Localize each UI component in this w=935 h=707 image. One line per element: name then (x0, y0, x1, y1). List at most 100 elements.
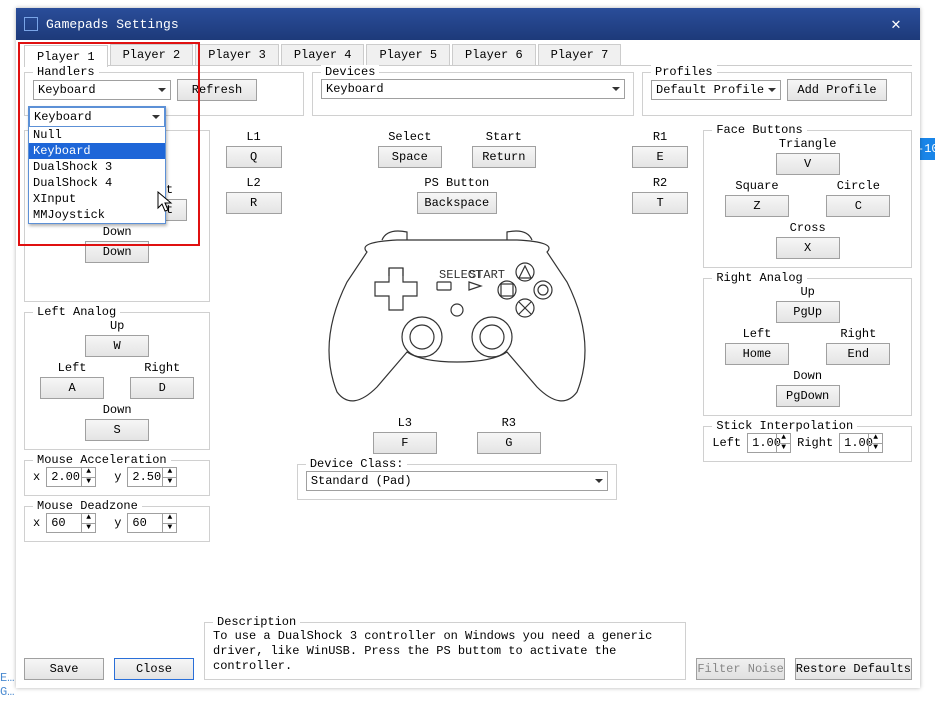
controller-diagram: SELECT START (297, 222, 617, 412)
ma-y-label: y (114, 470, 121, 484)
si-right-input[interactable]: 1.00▲▼ (839, 433, 883, 453)
tab-player-1[interactable]: Player 1 (24, 45, 108, 67)
l3-button[interactable]: F (373, 432, 437, 454)
l1-button[interactable]: Q (226, 146, 282, 168)
device-class-value: Standard (Pad) (311, 474, 412, 488)
refresh-button[interactable]: Refresh (177, 79, 257, 101)
square-label: Square (735, 179, 778, 193)
device-class-select[interactable]: Standard (Pad) (306, 471, 608, 491)
select-button[interactable]: Space (378, 146, 442, 168)
la-right-label: Right (144, 361, 180, 375)
restore-defaults-button[interactable]: Restore Defaults (795, 658, 912, 680)
dialog-window: Gamepads Settings ✕ Player 1 Player 2 Pl… (16, 8, 920, 688)
la-right-button[interactable]: D (130, 377, 194, 399)
devices-legend: Devices (321, 65, 379, 79)
player-tabs: Player 1 Player 2 Player 3 Player 4 Play… (24, 44, 912, 66)
tab-player-3[interactable]: Player 3 (195, 44, 279, 65)
r2-button[interactable]: T (632, 192, 688, 214)
r1-label: R1 (653, 130, 667, 144)
profiles-group: Profiles Default Profile Add Profile (642, 72, 912, 116)
r3-button[interactable]: G (477, 432, 541, 454)
select-label: Select (388, 130, 431, 144)
l-triggers: L1 Q L2 R (216, 130, 291, 548)
face-legend: Face Buttons (712, 123, 806, 137)
dpad-down-button[interactable]: Down (85, 241, 149, 263)
la-left-label: Left (58, 361, 87, 375)
handlers-option-ds3[interactable]: DualShock 3 (29, 159, 165, 175)
dpad-down-label: Down (103, 225, 132, 239)
app-icon (24, 17, 38, 31)
si-left-input[interactable]: 1.00▲▼ (747, 433, 791, 453)
face-buttons-group: Face Buttons Triangle V Square Z Circle (703, 130, 912, 268)
l2-button[interactable]: R (226, 192, 282, 214)
tab-player-4[interactable]: Player 4 (281, 44, 365, 65)
description-group: Description To use a DualShock 3 control… (204, 622, 686, 680)
stick-interp-group: Stick Interpolation Left 1.00▲▼ Right 1.… (703, 426, 912, 462)
ma-x-input[interactable]: 2.00▲▼ (46, 467, 96, 487)
mouse-accel-legend: Mouse Acceleration (33, 453, 171, 467)
ra-down-button[interactable]: PgDown (776, 385, 840, 407)
profiles-select[interactable]: Default Profile (651, 80, 781, 100)
svg-text:START: START (469, 268, 505, 282)
la-left-button[interactable]: A (40, 377, 104, 399)
ra-right-label: Right (840, 327, 876, 341)
r1-button[interactable]: E (632, 146, 688, 168)
add-profile-button[interactable]: Add Profile (787, 79, 887, 101)
close-button[interactable]: Close (114, 658, 194, 680)
mouse-accel-group: Mouse Acceleration x 2.00▲▼ y 2.50▲▼ (24, 460, 210, 496)
save-button[interactable]: Save (24, 658, 104, 680)
handlers-dropdown[interactable]: Keyboard Null Keyboard DualShock 3 DualS… (28, 106, 166, 224)
si-right-label: Right (797, 436, 833, 450)
la-up-button[interactable]: W (85, 335, 149, 357)
la-down-label: Down (103, 403, 132, 417)
profiles-select-value: Default Profile (656, 83, 764, 97)
close-window-button[interactable]: ✕ (880, 8, 912, 40)
l1-label: L1 (246, 130, 260, 144)
md-x-input[interactable]: 60▲▼ (46, 513, 96, 533)
filter-noise-button[interactable]: Filter Noise (696, 658, 784, 680)
handlers-option-null[interactable]: Null (29, 127, 165, 143)
right-analog-legend: Right Analog (712, 271, 806, 285)
r2-label: R2 (653, 176, 667, 190)
ra-up-button[interactable]: PgUp (776, 301, 840, 323)
circle-button[interactable]: C (826, 195, 890, 217)
square-button[interactable]: Z (725, 195, 789, 217)
md-y-label: y (114, 516, 121, 530)
tab-player-5[interactable]: Player 5 (366, 44, 450, 65)
ps-button[interactable]: Backspace (417, 192, 497, 214)
triangle-button[interactable]: V (776, 153, 840, 175)
ra-left-button[interactable]: Home (725, 343, 789, 365)
start-button[interactable]: Return (472, 146, 536, 168)
ma-x-label: x (33, 470, 40, 484)
si-left-label: Left (712, 436, 741, 450)
ps-label: PS Button (424, 176, 489, 190)
tab-player-2[interactable]: Player 2 (110, 44, 194, 65)
l3-label: L3 (398, 416, 412, 430)
ra-right-button[interactable]: End (826, 343, 890, 365)
window-title: Gamepads Settings (46, 17, 880, 32)
ma-y-input[interactable]: 2.50▲▼ (127, 467, 177, 487)
md-y-input[interactable]: 60▲▼ (127, 513, 177, 533)
tab-player-7[interactable]: Player 7 (538, 44, 622, 65)
handlers-option-keyboard[interactable]: Keyboard (29, 143, 165, 159)
r-triggers: R1 E R2 T (623, 130, 698, 548)
handlers-legend: Handlers (33, 65, 99, 79)
triangle-label: Triangle (779, 137, 837, 151)
tab-player-6[interactable]: Player 6 (452, 44, 536, 65)
handlers-select[interactable]: Keyboard (33, 80, 171, 100)
handlers-option-xinput[interactable]: XInput (29, 191, 165, 207)
description-text: To use a DualShock 3 controller on Windo… (213, 629, 677, 674)
handlers-option-mmjoy[interactable]: MMJoystick (29, 207, 165, 223)
ra-up-label: Up (800, 285, 814, 299)
handlers-option-ds4[interactable]: DualShock 4 (29, 175, 165, 191)
la-down-button[interactable]: S (85, 419, 149, 441)
devices-select[interactable]: Keyboard (321, 79, 625, 99)
handlers-dropdown-selected: Keyboard (34, 110, 92, 124)
devices-select-value: Keyboard (326, 82, 384, 96)
stick-interp-legend: Stick Interpolation (712, 419, 857, 433)
cross-button[interactable]: X (776, 237, 840, 259)
circle-label: Circle (837, 179, 880, 193)
r3-label: R3 (502, 416, 516, 430)
devices-group: Devices Keyboard (312, 72, 634, 116)
left-analog-legend: Left Analog (33, 305, 120, 319)
